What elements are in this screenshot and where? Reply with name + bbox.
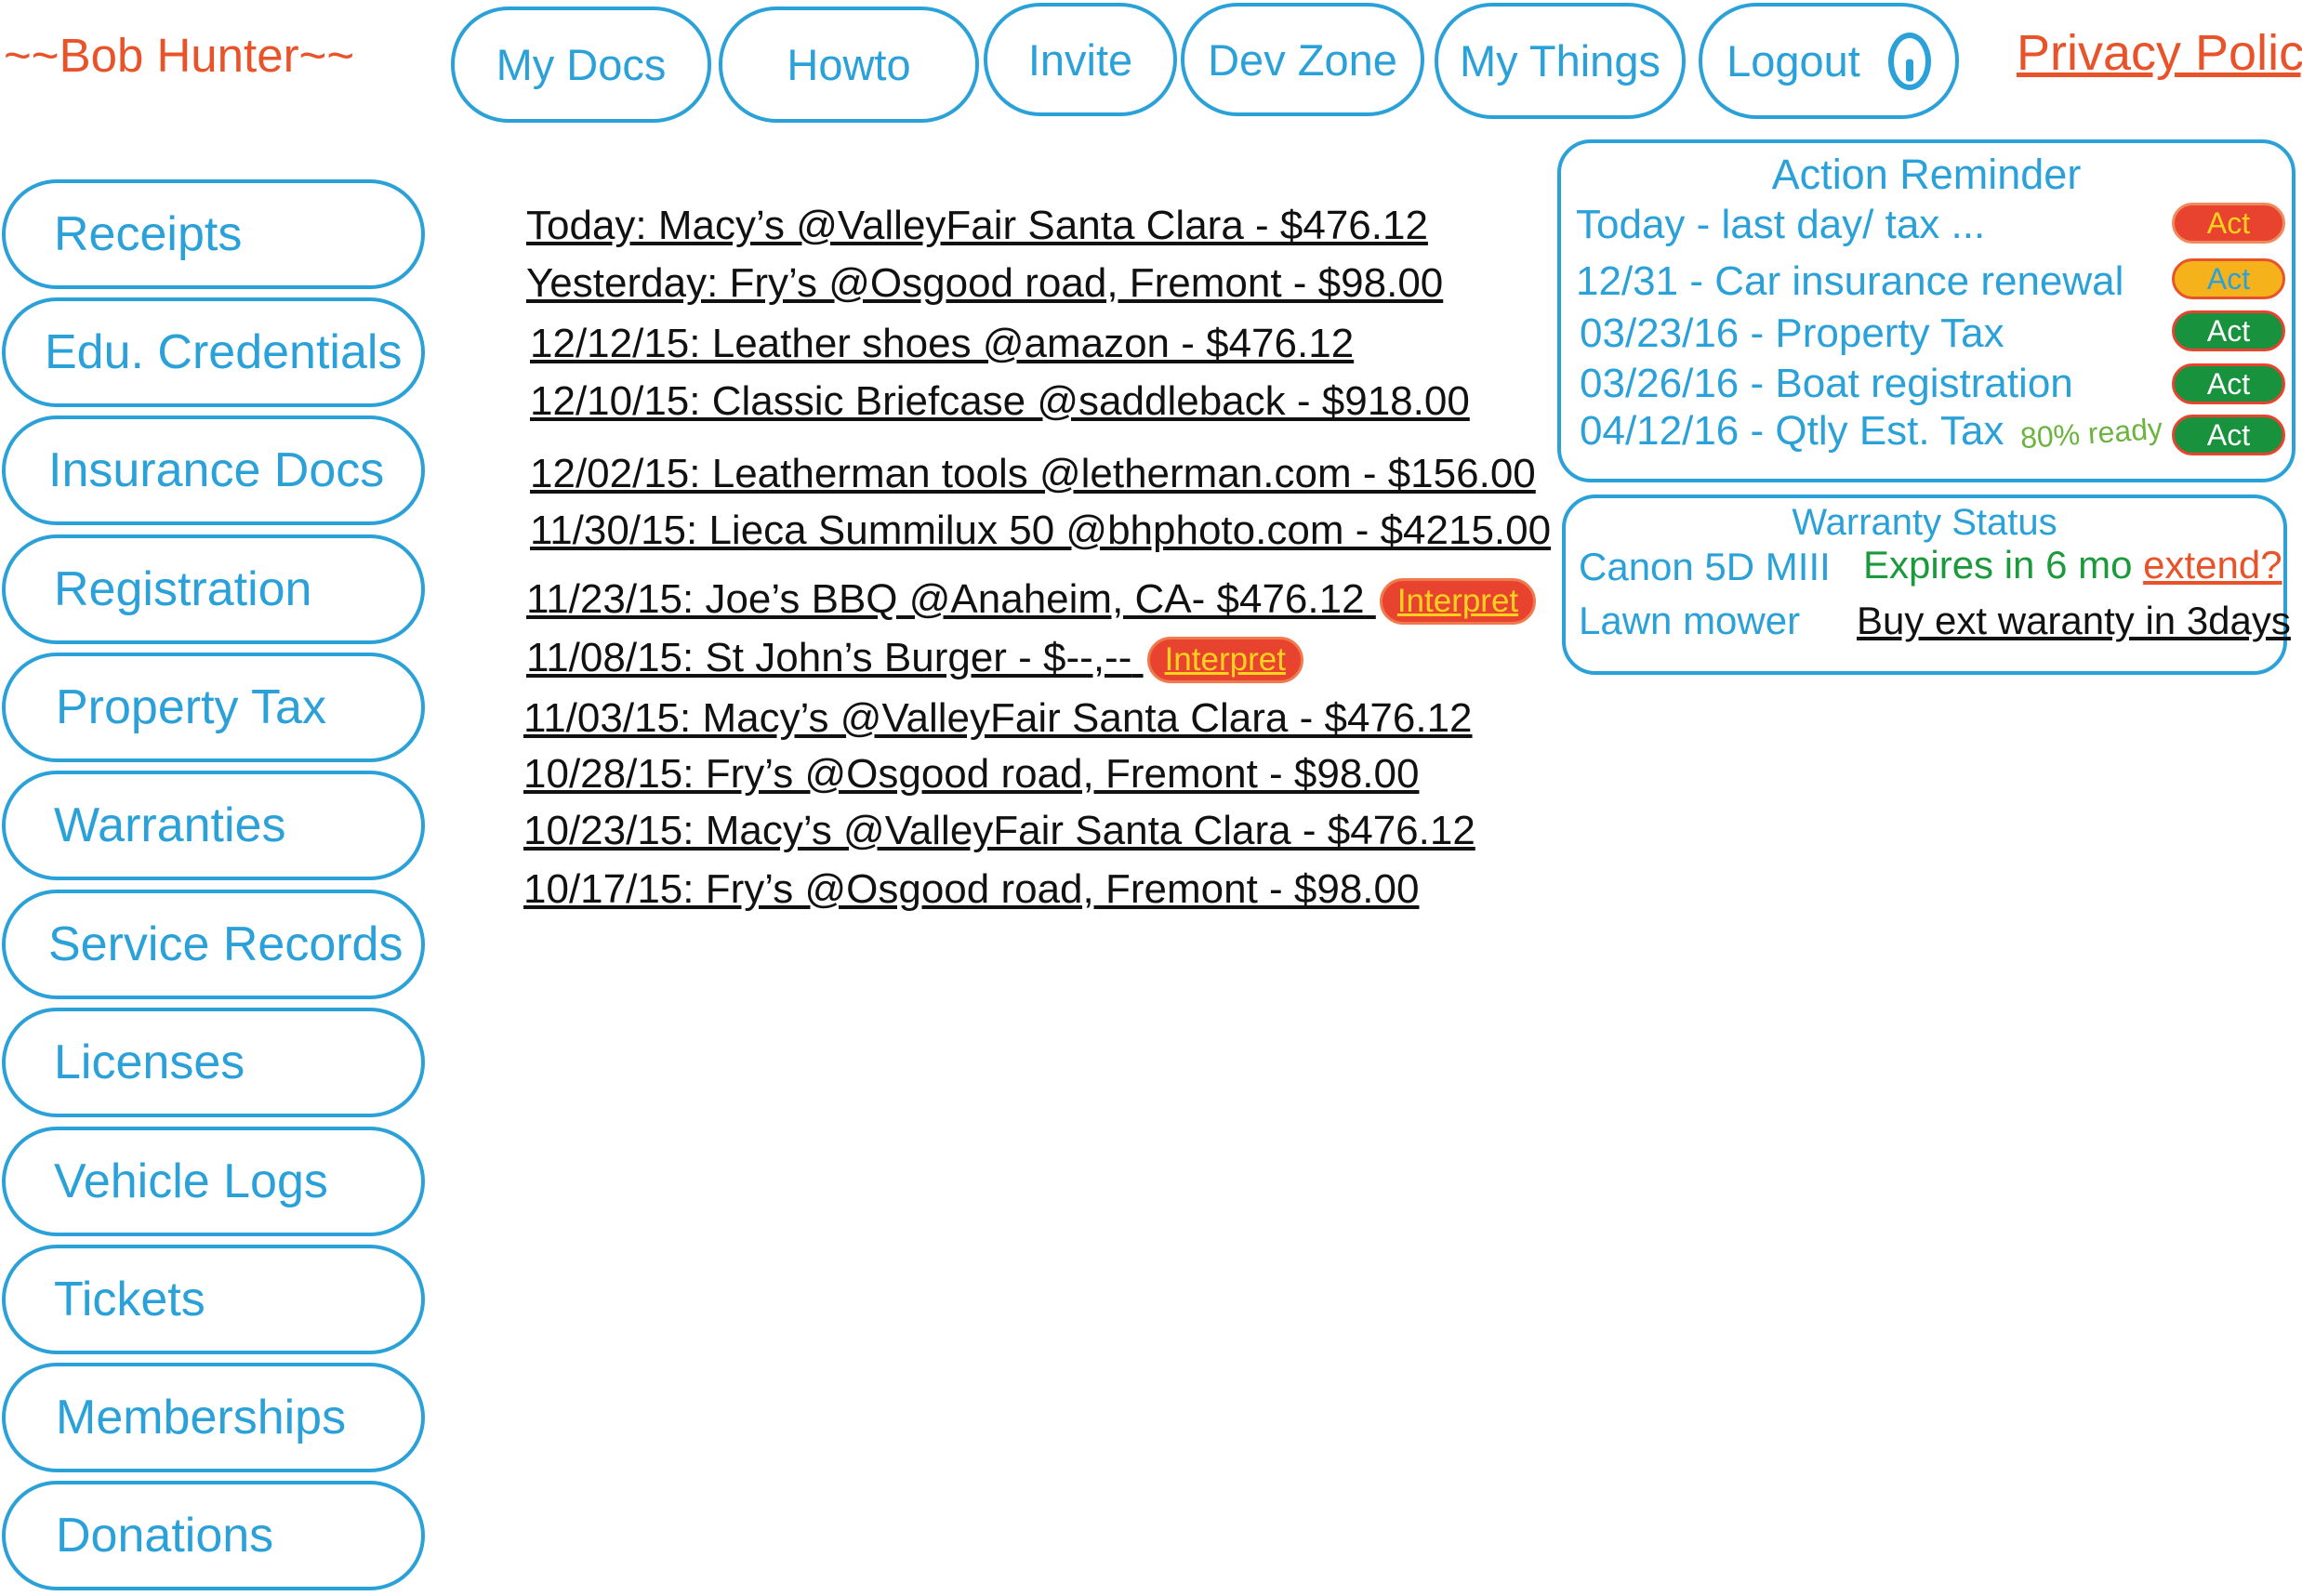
receipt-item[interactable]: 12/12/15: Leather shoes @amazon - $476.1… bbox=[530, 321, 1354, 367]
act-button[interactable]: Act bbox=[2172, 203, 2285, 244]
nav-dev-zone-label: Dev Zone bbox=[1208, 34, 1397, 85]
progress-note: 80% ready bbox=[2018, 411, 2164, 455]
user-name: ~~Bob Hunter~~ bbox=[4, 29, 355, 82]
sidebar-item-licenses[interactable]: Licenses bbox=[2, 1008, 425, 1117]
receipt-item-text: 10/23/15: Macy’s @ValleyFair Santa Clara… bbox=[523, 808, 1475, 853]
nav-my-things-label: My Things bbox=[1460, 36, 1660, 86]
receipt-item[interactable]: 11/30/15: Lieca Summilux 50 @bhphoto.com… bbox=[530, 508, 1551, 554]
action-reminder-panel: Action Reminder Today - last day/ tax ..… bbox=[1557, 139, 2295, 482]
nav-howto-label: Howto bbox=[787, 40, 911, 89]
sidebar-item-edu-credentials[interactable]: Edu. Credentials bbox=[2, 297, 425, 407]
receipt-item[interactable]: Today: Macy’s @ValleyFair Santa Clara - … bbox=[526, 203, 1428, 249]
reminder-item: 03/26/16 - Boat registration bbox=[1580, 361, 2073, 406]
sidebar-item-label: Property Tax bbox=[56, 680, 326, 734]
sidebar-item-memberships[interactable]: Memberships bbox=[2, 1363, 425, 1472]
privacy-policy-link[interactable]: Privacy Policy bbox=[2017, 24, 2302, 82]
receipt-item[interactable]: 10/23/15: Macy’s @ValleyFair Santa Clara… bbox=[523, 808, 1475, 854]
receipt-item-text: 11/08/15: St John’s Burger - $--,-- bbox=[526, 635, 1132, 680]
act-button[interactable]: Act bbox=[2172, 258, 2285, 299]
reminder-item: 04/12/16 - Qtly Est. Tax bbox=[1580, 408, 2004, 454]
act-button[interactable]: Act bbox=[2172, 363, 2285, 404]
reminder-item: 03/23/16 - Property Tax bbox=[1580, 310, 2004, 356]
receipt-item-text: 12/12/15: Leather shoes @amazon - $476.1… bbox=[530, 321, 1355, 366]
nav-logout-label: Logout bbox=[1726, 36, 1860, 86]
nav-dev-zone-button[interactable]: Dev Zone bbox=[1181, 3, 1424, 116]
nav-invite-label: Invite bbox=[1027, 34, 1133, 85]
receipt-item-text: 12/10/15: Classic Briefcase @saddleback … bbox=[530, 378, 1470, 424]
sidebar-item-label: Tickets bbox=[54, 1273, 205, 1326]
sidebar-item-warranties[interactable]: Warranties bbox=[2, 771, 425, 880]
receipt-item[interactable]: 12/02/15: Leatherman tools @letherman.co… bbox=[530, 451, 1536, 497]
action-reminder-title: Action Reminder bbox=[1771, 151, 2082, 198]
sidebar-item-label: Vehicle Logs bbox=[54, 1154, 328, 1208]
nav-howto-button[interactable]: Howto bbox=[719, 7, 979, 123]
sidebar-item-tickets[interactable]: Tickets bbox=[2, 1245, 425, 1354]
nav-invite-button[interactable]: Invite bbox=[984, 3, 1177, 116]
warranty-item-status: Expires in 6 mo extend? bbox=[1863, 543, 2282, 587]
nav-my-docs-label: My Docs bbox=[496, 40, 667, 89]
sidebar-item-label: Warranties bbox=[54, 798, 286, 852]
buy-warranty-link[interactable]: Buy ext waranty in 3days bbox=[1857, 599, 2291, 643]
receipt-item[interactable]: 12/10/15: Classic Briefcase @saddleback … bbox=[530, 378, 1470, 425]
receipt-item[interactable]: 11/08/15: St John’s Burger - $--,-- Inte… bbox=[526, 635, 1303, 684]
receipt-item-text: 11/30/15: Lieca Summilux 50 @bhphoto.com… bbox=[530, 508, 1552, 553]
sidebar-item-insurance-docs[interactable]: Insurance Docs bbox=[2, 415, 425, 525]
receipt-item-text: 11/23/15: Joe’s BBQ @Anaheim, CA- $476.1… bbox=[526, 576, 1365, 622]
sidebar-item-property-tax[interactable]: Property Tax bbox=[2, 653, 425, 762]
receipt-item-text: Today: Macy’s @ValleyFair Santa Clara - … bbox=[526, 203, 1428, 248]
receipt-item-text: 11/03/15: Macy’s @ValleyFair Santa Clara… bbox=[523, 695, 1473, 741]
interpret-button[interactable]: Interpret bbox=[1379, 578, 1537, 626]
warranty-status-title: Warranty Status bbox=[1792, 502, 2057, 543]
sidebar-item-label: Licenses bbox=[54, 1035, 245, 1089]
sidebar-item-label: Insurance Docs bbox=[48, 443, 385, 497]
warranty-expiry-text: Expires in 6 mo bbox=[1863, 543, 2133, 587]
reminder-item: Today - last day/ tax ... bbox=[1576, 202, 1986, 247]
keyhole-icon bbox=[1887, 32, 1931, 90]
act-button[interactable]: Act bbox=[2172, 310, 2285, 351]
sidebar-item-registration[interactable]: Registration bbox=[2, 534, 425, 644]
interpret-button[interactable]: Interpret bbox=[1146, 637, 1303, 684]
warranty-item-name: Canon 5D MIII bbox=[1579, 545, 1831, 588]
sidebar-item-label: Edu. Credentials bbox=[45, 325, 403, 379]
nav-my-things-button[interactable]: My Things bbox=[1435, 3, 1686, 119]
warranty-item-name: Lawn mower bbox=[1579, 599, 1801, 642]
sidebar-item-label: Donations bbox=[56, 1509, 274, 1563]
receipt-item[interactable]: 10/17/15: Fry’s @Osgood road, Fremont - … bbox=[523, 866, 1419, 913]
warranty-status-panel: Warranty Status Canon 5D MIII Expires in… bbox=[1562, 495, 2291, 675]
sidebar-item-donations[interactable]: Donations bbox=[2, 1481, 425, 1590]
receipt-item-text: 10/28/15: Fry’s @Osgood road, Fremont - … bbox=[523, 751, 1420, 797]
receipt-item[interactable]: 11/23/15: Joe’s BBQ @Anaheim, CA- $476.1… bbox=[526, 576, 1537, 626]
sidebar-item-label: Registration bbox=[54, 562, 312, 616]
receipt-item[interactable]: 10/28/15: Fry’s @Osgood road, Fremont - … bbox=[523, 751, 1419, 798]
nav-logout-button[interactable]: Logout bbox=[1699, 3, 1959, 119]
sidebar-item-service-records[interactable]: Service Records bbox=[2, 890, 425, 999]
sidebar-item-label: Memberships bbox=[56, 1391, 347, 1444]
sidebar-item-vehicle-logs[interactable]: Vehicle Logs bbox=[2, 1127, 425, 1236]
receipt-item[interactable]: 11/03/15: Macy’s @ValleyFair Santa Clara… bbox=[523, 695, 1473, 742]
receipt-item-text: 10/17/15: Fry’s @Osgood road, Fremont - … bbox=[523, 866, 1420, 912]
sidebar-item-receipts[interactable]: Receipts bbox=[2, 179, 425, 289]
receipt-item-text: Yesterday: Fry’s @Osgood road, Fremont -… bbox=[526, 260, 1444, 306]
reminder-item: 12/31 - Car insurance renewal bbox=[1576, 258, 2124, 304]
extend-link[interactable]: extend? bbox=[2143, 543, 2282, 587]
receipt-item-text: 12/02/15: Leatherman tools @letherman.co… bbox=[530, 451, 1536, 496]
sidebar-item-label: Service Records bbox=[48, 917, 404, 971]
act-button[interactable]: Act bbox=[2172, 415, 2285, 455]
sidebar-item-label: Receipts bbox=[54, 207, 243, 261]
nav-my-docs-button[interactable]: My Docs bbox=[451, 7, 711, 123]
receipt-item[interactable]: Yesterday: Fry’s @Osgood road, Fremont -… bbox=[526, 260, 1443, 307]
